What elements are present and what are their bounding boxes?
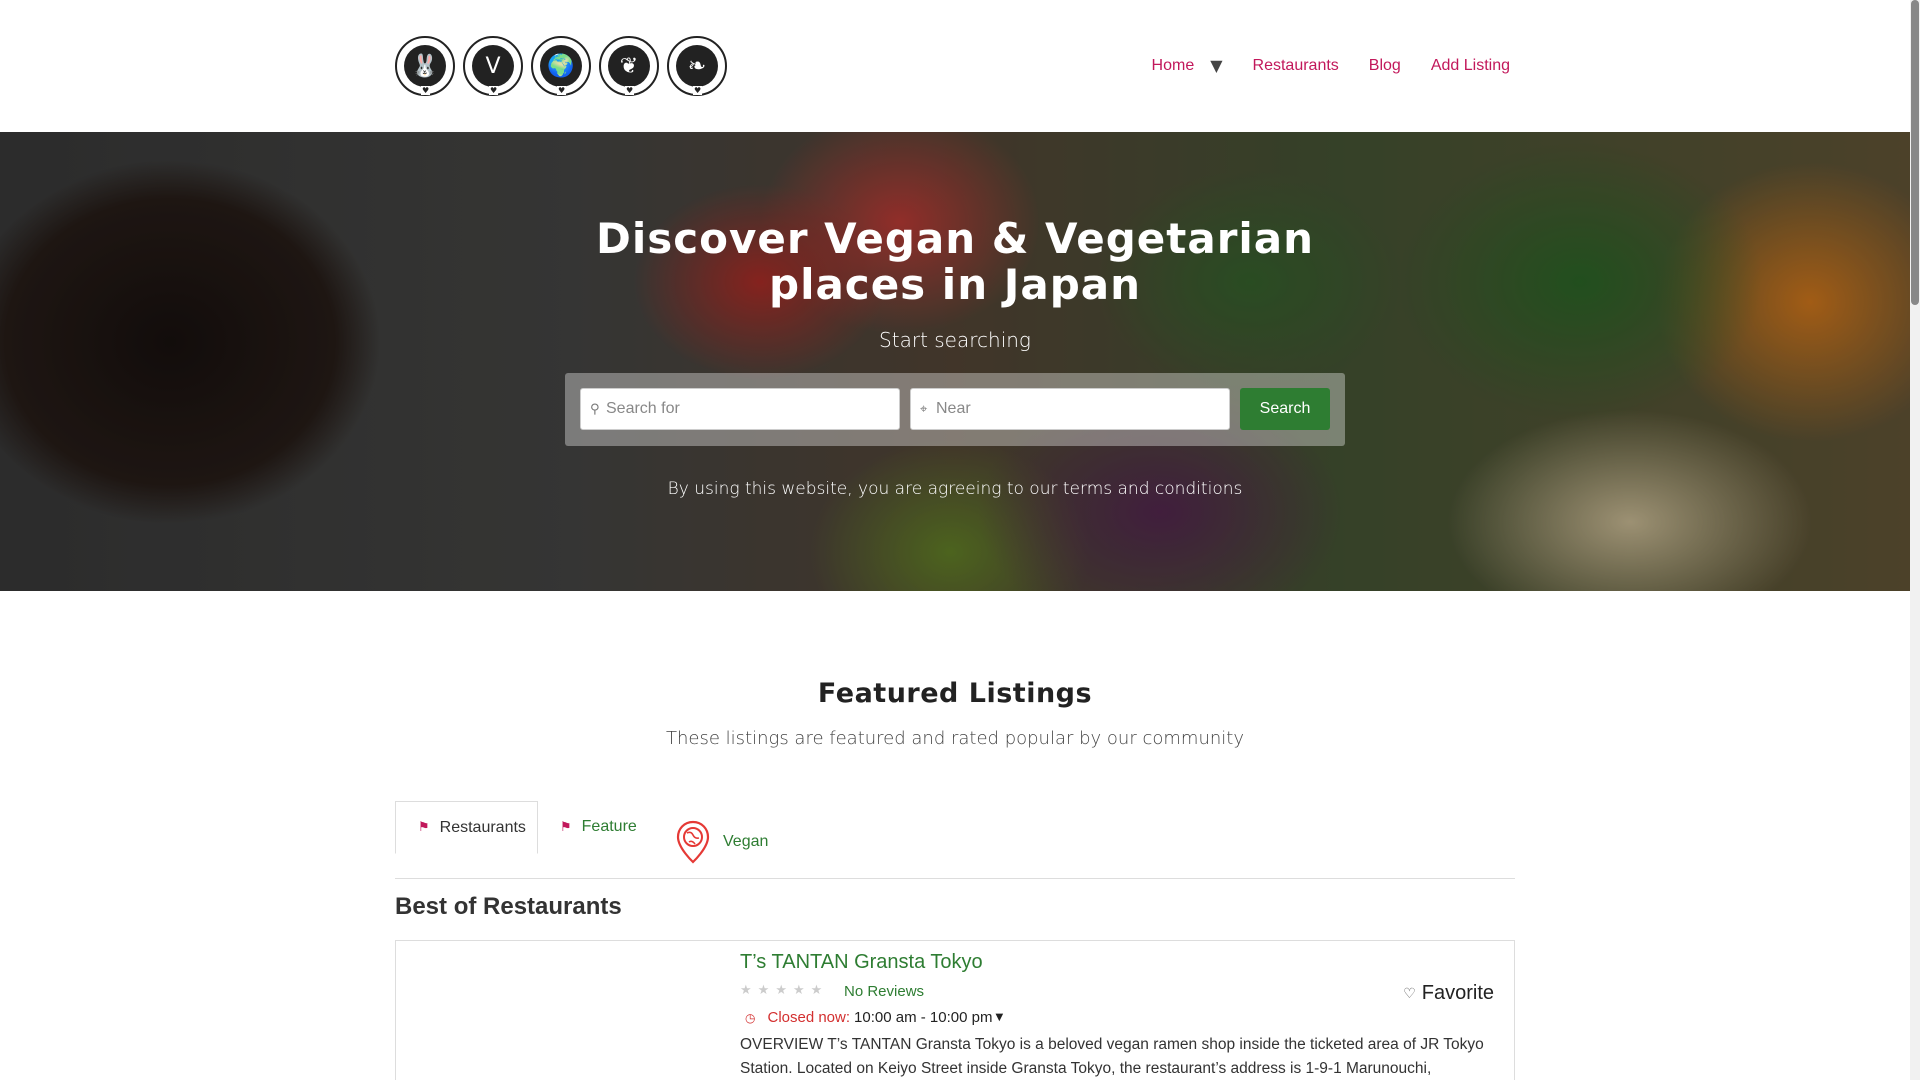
opening-hours[interactable]: ◷ Closed now: 10:00 am - 10:00 pm ▼: [745, 1009, 1003, 1026]
reviews-link[interactable]: No Reviews: [844, 983, 924, 1000]
tab-restaurants-label: Restaurants: [439, 818, 526, 836]
favorite-button[interactable]: ♡ Favorite: [1403, 982, 1494, 1005]
near-input[interactable]: [936, 400, 1196, 418]
vegan-badge: V ♥: [463, 36, 523, 96]
near-field[interactable]: ⌖: [910, 388, 1230, 430]
listing-tabs: ⚑ Restaurants ⚑ Feature Vegan: [395, 801, 1515, 879]
featured-title: Featured Listings: [817, 678, 1093, 709]
tab-vegan-label: Vegan: [723, 833, 769, 850]
hero-overlay: [0, 132, 1910, 591]
site-header: 🐰 ♥ V ♥ 🌍 ♥ ❦ ♥ ❧ ♥ Home ▼ Restaurants B…: [0, 0, 1910, 132]
cruelty-free-badge: 🐰 ♥: [395, 36, 455, 96]
restaurant-icon: ⚑: [418, 820, 430, 835]
tab-feature-label: Feature: [581, 818, 637, 835]
listing-card: T’s TANTAN Gransta Tokyo ★ ★ ★ ★ ★ No Re…: [395, 940, 1515, 1080]
hero-banner: Discover Vegan & Vegetarian places in Ja…: [0, 132, 1910, 591]
star-icon: ★: [792, 983, 805, 998]
nav-blog[interactable]: Blog: [1369, 57, 1401, 75]
status-label: Closed now:: [767, 1009, 851, 1026]
search-icon: ⚲: [590, 401, 600, 417]
listing-overview: OVERVIEW T’s TANTAN Gransta Tokyo is a b…: [740, 1036, 1484, 1077]
search-button[interactable]: Search: [1240, 388, 1330, 430]
main-nav: Home ▼ Restaurants Blog Add Listing: [1152, 56, 1510, 75]
location-icon: ⌖: [920, 401, 928, 417]
heart-icon: ♥: [625, 86, 635, 95]
hours-value: 10:00 am - 10:00 pm: [854, 1009, 993, 1026]
feature-icon: ⚑: [560, 819, 572, 835]
map-pin-icon: [676, 820, 710, 864]
eco-friendly-badge: 🌍 ♥: [531, 36, 591, 96]
organic-badge: ❦ ♥: [599, 36, 659, 96]
nav-home[interactable]: Home ▼: [1152, 56, 1223, 75]
heart-icon: ♥: [557, 86, 567, 95]
chevron-down-icon[interactable]: ▼: [1210, 56, 1222, 75]
star-icon: ★: [740, 983, 752, 998]
star-icon: ★: [757, 983, 770, 998]
heart-icon: ♥: [421, 86, 431, 95]
nav-home-label: Home: [1151, 56, 1195, 74]
heart-icon: ♡: [1403, 985, 1416, 1002]
terms-notice: By using this website, you are agreeing …: [667, 479, 1243, 499]
tab-feature[interactable]: ⚑ Feature: [560, 801, 637, 853]
search-for-field[interactable]: ⚲: [580, 388, 900, 430]
hero-subtitle: Start searching: [879, 328, 1031, 352]
listing-image[interactable]: [396, 941, 726, 1080]
heart-icon: ♥: [489, 86, 499, 95]
star-rating[interactable]: ★ ★ ★ ★ ★: [740, 983, 822, 998]
search-for-input[interactable]: [606, 400, 866, 418]
nav-add-listing[interactable]: Add Listing: [1431, 57, 1510, 75]
hero-title: Discover Vegan & Vegetarian places in Ja…: [595, 214, 1315, 309]
listing-title[interactable]: T’s TANTAN Gransta Tokyo: [740, 951, 983, 974]
chevron-down-icon[interactable]: ▼: [995, 1012, 1003, 1023]
search-bar: ⚲ ⌖ Search: [565, 373, 1345, 446]
certification-badges: 🐰 ♥ V ♥ 🌍 ♥ ❦ ♥ ❧ ♥: [395, 36, 727, 96]
tab-restaurants[interactable]: ⚑ Restaurants: [395, 801, 538, 854]
scrollbar-thumb[interactable]: [1911, 0, 1919, 305]
heart-icon: ♥: [693, 86, 703, 95]
favorite-label: Favorite: [1421, 982, 1494, 1004]
section-heading: Best of Restaurants: [395, 893, 622, 920]
clock-icon: ◷: [745, 1010, 756, 1025]
natural-badge: ❧ ♥: [667, 36, 727, 96]
nav-restaurants[interactable]: Restaurants: [1253, 57, 1339, 75]
page-scrollbar[interactable]: [1910, 0, 1920, 1080]
star-icon: ★: [810, 983, 823, 998]
star-icon: ★: [775, 983, 787, 998]
tab-vegan[interactable]: Vegan: [675, 816, 768, 868]
featured-subtitle: These listings are featured and rated po…: [666, 728, 1244, 749]
